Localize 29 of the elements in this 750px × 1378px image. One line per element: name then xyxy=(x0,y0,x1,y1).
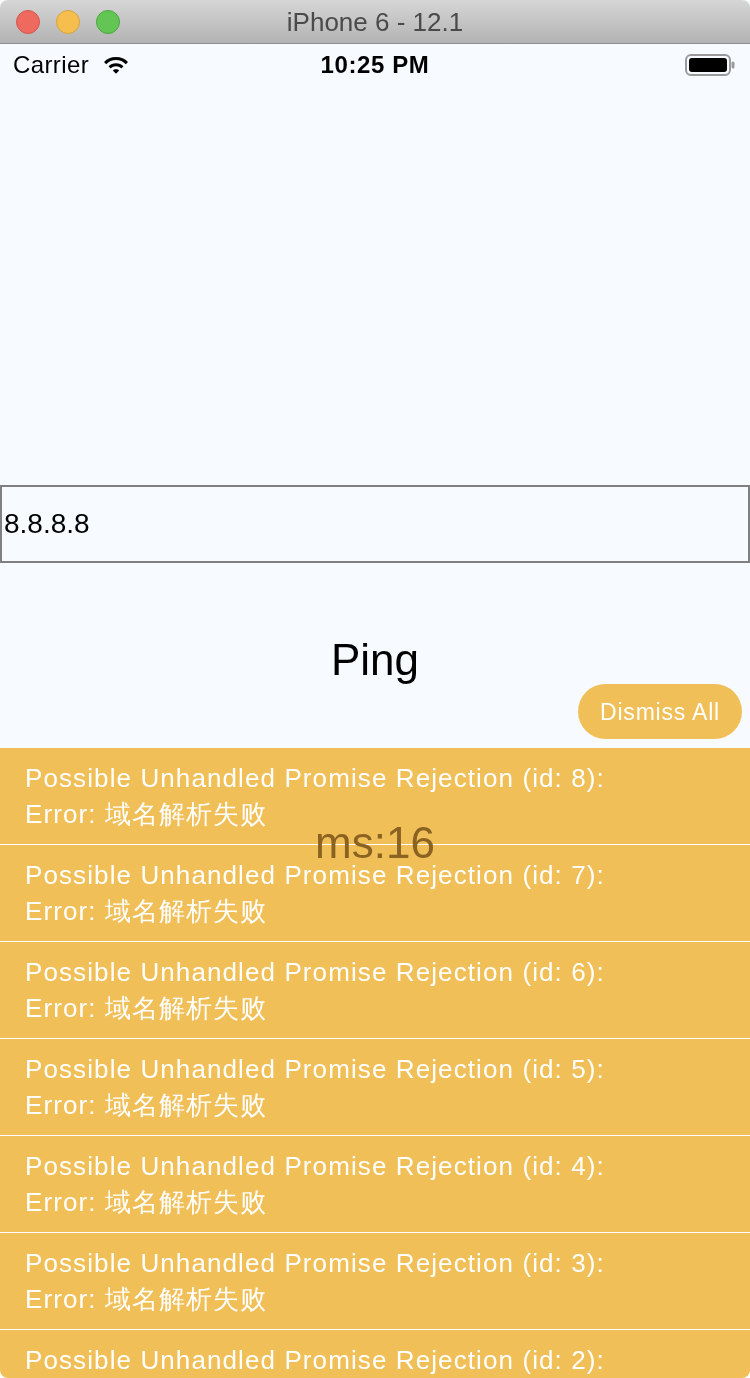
warning-row[interactable]: Possible Unhandled Promise Rejection (id: 3): Error: 域名解析失败 xyxy=(0,1233,750,1330)
close-button[interactable] xyxy=(16,9,40,34)
battery-icon xyxy=(685,54,735,76)
warning-message: Error: 域名解析失败 xyxy=(25,1283,269,1316)
wifi-icon xyxy=(103,55,130,75)
warning-title: Possible Unhandled Promise Rejection (id: 2): xyxy=(25,1344,606,1377)
carrier-label: Carrier xyxy=(13,51,90,79)
warning-row[interactable]: Possible Unhandled Promise Rejection (id: 5): Error: 域名解析失败 xyxy=(0,1039,750,1136)
warning-row[interactable]: Possible Unhandled Promise Rejection (id: 2): xyxy=(0,1330,750,1378)
warning-title: Possible Unhandled Promise Rejection (id: 7): xyxy=(25,859,606,892)
warning-title: Possible Unhandled Promise Rejection (id: 5): xyxy=(25,1053,606,1086)
warning-title: Possible Unhandled Promise Rejection (id: 8): xyxy=(25,762,606,795)
warning-message: Error: 域名解析失败 xyxy=(25,798,269,831)
ping-button[interactable]: Ping xyxy=(330,635,420,684)
warning-row[interactable]: Possible Unhandled Promise Rejection (id: 6): Error: 域名解析失败 xyxy=(0,942,750,1039)
warning-title: Possible Unhandled Promise Rejection (id: 6): xyxy=(25,956,606,989)
status-time: 10:25 PM xyxy=(320,51,430,79)
dismiss-all-button[interactable]: Dismiss All xyxy=(578,684,742,739)
warning-title: Possible Unhandled Promise Rejection (id: 3): xyxy=(25,1247,606,1280)
warning-title: Possible Unhandled Promise Rejection (id: 4): xyxy=(25,1150,606,1183)
window-title: iPhone 6 - 12.1 xyxy=(286,6,464,37)
warning-message: Error: 域名解析失败 xyxy=(25,895,269,928)
zoom-button[interactable] xyxy=(96,9,120,34)
host-input-field[interactable]: 8.8.8.8 xyxy=(0,485,750,563)
minimize-button[interactable] xyxy=(56,9,80,34)
warning-message: Error: 域名解析失败 xyxy=(25,1089,269,1122)
warning-message: Error: 域名解析失败 xyxy=(25,1186,269,1219)
warning-message: Error: 域名解析失败 xyxy=(25,992,269,1025)
warning-row[interactable]: Possible Unhandled Promise Rejection (id: 4): Error: 域名解析失败 xyxy=(0,1136,750,1233)
